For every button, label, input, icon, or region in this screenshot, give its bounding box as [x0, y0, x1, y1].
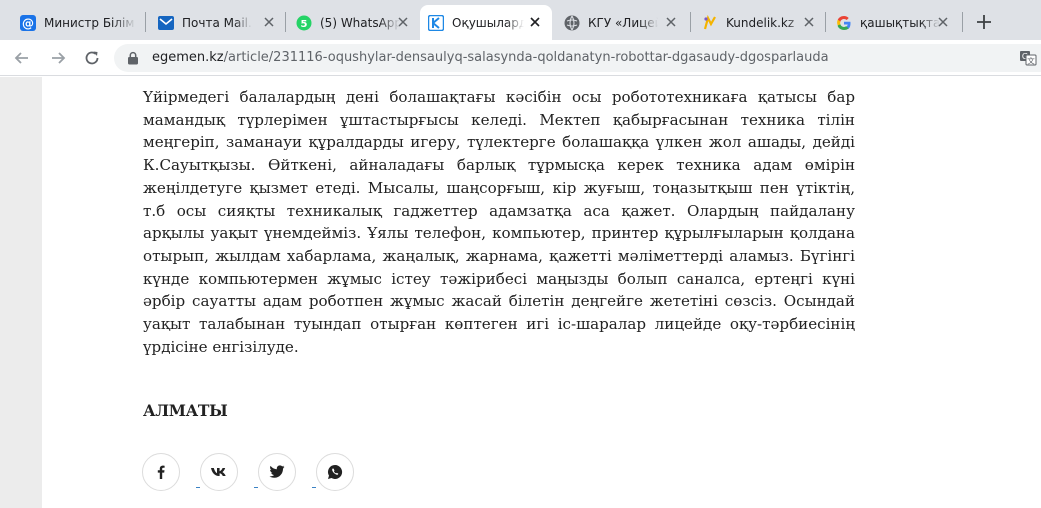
kundelik-icon: [702, 14, 718, 31]
vk-icon: [211, 468, 226, 476]
tab-egemen-article[interactable]: Оқушылардың: [420, 5, 552, 40]
tab-title: Kundelik.kz: [726, 15, 795, 30]
reload-icon: [85, 51, 99, 65]
close-tab-icon[interactable]: [262, 15, 276, 29]
tab-mail-ru[interactable]: Почта Mail.ru: [150, 5, 286, 40]
close-tab-icon[interactable]: [664, 15, 678, 29]
reload-button[interactable]: [80, 46, 104, 70]
page-content: Үйірмедегі балалардың дені болашақтағы к…: [0, 77, 1041, 508]
url-path: /article/231116-oqushylar-densaulyq-sala…: [223, 50, 829, 65]
tab-kgu-lyceum[interactable]: КГУ «Лицей: [556, 5, 688, 40]
facebook-icon: [157, 465, 165, 479]
tab-divider: [825, 12, 826, 32]
tab-title: КГУ «Лицей: [588, 15, 658, 30]
close-tab-icon[interactable]: [936, 15, 950, 29]
google-icon: [836, 15, 852, 31]
tab-strip: @ Министр Білім Почта Mail.ru 5 (5) What…: [0, 0, 1041, 40]
svg-text:5: 5: [301, 19, 308, 30]
globe-icon: [564, 15, 580, 31]
browser-toolbar: egemen.kz/article/231116-oqushylar-densa…: [0, 40, 1041, 76]
tab-title: Почта Mail.ru: [182, 15, 252, 30]
tab-divider: [285, 12, 286, 32]
tab-whatsapp[interactable]: 5 (5) WhatsApp: [288, 5, 420, 40]
tab-title: қашықтықтан: [860, 15, 940, 30]
close-tab-icon[interactable]: [528, 15, 542, 29]
mail-at-icon: @: [20, 14, 36, 31]
share-underline-mark: [312, 487, 316, 488]
egemen-logo-icon: [428, 14, 444, 31]
tab-minister[interactable]: @ Министр Білім: [12, 5, 144, 40]
url-text: egemen.kz/article/231116-oqushylar-densa…: [152, 50, 829, 65]
share-facebook-button[interactable]: [142, 453, 180, 491]
share-vk-button[interactable]: [200, 453, 238, 491]
article-body: Үйірмедегі балалардың дені болашақтағы к…: [143, 86, 855, 358]
tab-title: (5) WhatsApp: [320, 15, 400, 30]
translate-icon[interactable]: G文: [1019, 49, 1037, 67]
address-bar[interactable]: egemen.kz/article/231116-oqushylar-densa…: [114, 44, 1041, 72]
back-button[interactable]: [10, 46, 34, 70]
url-domain: egemen.kz: [152, 50, 224, 65]
tab-title: Министр Білім: [44, 15, 135, 30]
share-underline-mark: [254, 487, 258, 488]
tab-divider: [145, 12, 146, 32]
article-paragraph: Үйірмедегі балалардың дені болашақтағы к…: [143, 88, 855, 356]
svg-text:文: 文: [1027, 56, 1035, 66]
arrow-left-icon: [14, 52, 28, 64]
tab-google-search[interactable]: қашықтықтан: [828, 5, 960, 40]
share-twitter-button[interactable]: [258, 453, 296, 491]
article-city: АЛМАТЫ: [143, 401, 228, 420]
tab-kundelik[interactable]: Kundelik.kz: [694, 5, 826, 40]
tab-divider: [962, 12, 963, 32]
lock-icon[interactable]: [126, 51, 140, 65]
twitter-icon: [269, 465, 285, 478]
svg-text:@: @: [22, 16, 34, 30]
tab-divider: [690, 12, 691, 32]
whatsapp-icon: [328, 464, 343, 479]
share-whatsapp-button[interactable]: [316, 453, 354, 491]
new-tab-plus-icon[interactable]: [972, 10, 996, 34]
tab-title: Оқушылардың: [452, 15, 524, 30]
share-underline-mark: [196, 487, 200, 488]
mail-envelope-icon: [158, 15, 174, 31]
close-tab-icon[interactable]: [396, 15, 410, 29]
left-gutter: [0, 77, 42, 508]
close-tab-icon[interactable]: [802, 15, 816, 29]
whatsapp-icon: 5: [296, 15, 312, 31]
arrow-right-icon: [52, 52, 66, 64]
forward-button[interactable]: [46, 46, 70, 70]
